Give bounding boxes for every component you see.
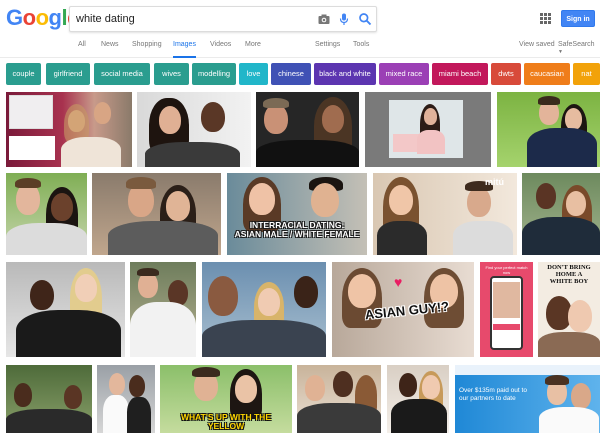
chip[interactable]: mixed race — [379, 63, 429, 85]
microphone-icon[interactable] — [337, 12, 351, 26]
ad-text: Over $135m paid out to our partners to d… — [459, 387, 527, 402]
tab-images[interactable]: Images — [173, 41, 196, 58]
image-result[interactable] — [97, 365, 155, 433]
image-result[interactable] — [202, 262, 326, 357]
safesearch-dropdown[interactable]: SafeSearch ▼ — [558, 41, 600, 55]
image-caption: WHAT'S UP WITH THE YELLOW — [180, 412, 271, 431]
image-result[interactable]: ♥ ASIAN GUY!? — [332, 262, 474, 357]
chip[interactable]: chinese — [271, 63, 311, 85]
image-result[interactable] — [6, 92, 132, 167]
image-result[interactable] — [130, 262, 196, 357]
image-result[interactable]: DON'T BRING HOME A WHITE BOY — [538, 262, 600, 357]
image-result[interactable] — [497, 92, 600, 167]
view-saved-link[interactable]: View saved — [519, 41, 555, 48]
image-result[interactable] — [522, 173, 600, 255]
header: Google Sign in — [0, 0, 600, 36]
chip[interactable]: wives — [154, 63, 189, 85]
image-result[interactable]: WHAT'S UP WITH THE YELLOW — [160, 365, 292, 433]
tab-all[interactable]: All — [78, 41, 86, 58]
camera-icon[interactable] — [317, 12, 331, 26]
settings-link[interactable]: Settings — [315, 41, 340, 58]
book-title: DON'T BRING HOME A WHITE BOY — [547, 264, 591, 285]
related-search-chips: couple girlfriend social media wives mod… — [6, 63, 600, 85]
image-result[interactable]: mitú — [373, 173, 517, 255]
safesearch-label: SafeSearch — [558, 41, 595, 48]
mitu-logo: mitú — [485, 177, 504, 187]
tab-news[interactable]: News — [101, 41, 119, 58]
chip[interactable]: couple — [6, 63, 41, 85]
tab-shopping[interactable]: Shopping — [132, 41, 162, 58]
search-nav: All News Shopping Images Videos More Set… — [0, 36, 600, 58]
image-result[interactable] — [92, 173, 221, 255]
chip[interactable]: black and white — [314, 63, 376, 85]
image-result[interactable] — [387, 365, 449, 433]
sign-in-button[interactable]: Sign in — [561, 10, 595, 27]
chip[interactable]: girlfriend — [46, 63, 90, 85]
chevron-down-icon: ▼ — [558, 49, 563, 55]
heart-icon: ♥ — [394, 274, 403, 290]
image-result[interactable]: Over $135m paid out to our partners to d… — [455, 365, 600, 433]
image-result[interactable] — [365, 92, 491, 167]
image-result[interactable]: Find your perfect match now — [480, 262, 533, 357]
ad-text: Find your perfect match now — [485, 265, 528, 275]
search-input[interactable] — [76, 10, 306, 28]
chip[interactable]: dwts — [491, 63, 521, 85]
tab-videos[interactable]: Videos — [210, 41, 231, 58]
image-result[interactable] — [6, 173, 87, 255]
image-result[interactable] — [256, 92, 359, 167]
image-result[interactable] — [297, 365, 381, 433]
chip[interactable]: love — [239, 63, 268, 85]
chip[interactable]: nat — [573, 63, 600, 85]
search-icon[interactable] — [358, 12, 372, 26]
google-logo[interactable]: Google — [6, 6, 79, 30]
image-result[interactable]: INTERRACIAL DATING: ASIAN MALE / WHITE F… — [227, 173, 367, 255]
image-result[interactable] — [6, 262, 125, 357]
chip[interactable]: caucasian — [524, 63, 570, 85]
tools-link[interactable]: Tools — [353, 41, 369, 58]
tab-more[interactable]: More — [245, 41, 261, 58]
chip[interactable]: social media — [94, 63, 150, 85]
chip[interactable]: modelling — [192, 63, 236, 85]
image-caption: INTERRACIAL DATING: ASIAN MALE / WHITE F… — [234, 220, 360, 239]
image-result[interactable] — [6, 365, 92, 433]
search-box — [69, 6, 377, 32]
image-result[interactable] — [137, 92, 251, 167]
chip[interactable]: miami beach — [432, 63, 488, 85]
apps-grid-icon[interactable] — [540, 13, 551, 24]
